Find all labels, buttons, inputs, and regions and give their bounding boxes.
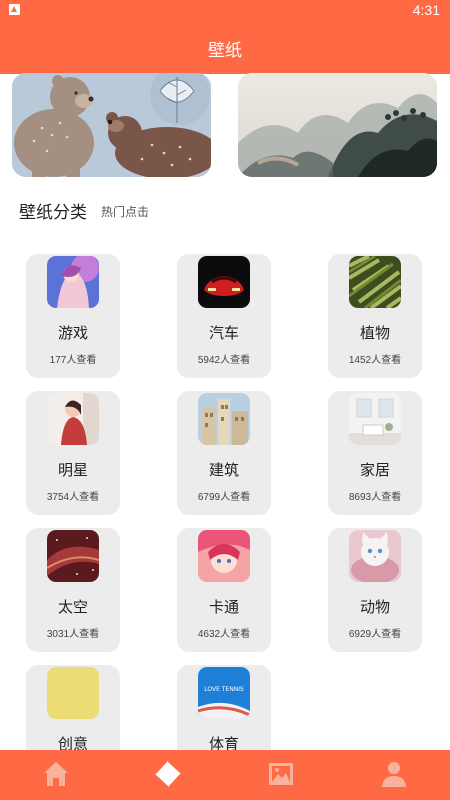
bears-illustration — [12, 73, 211, 177]
home-icon — [44, 762, 68, 786]
ink-landscape-painting — [238, 73, 437, 177]
category-card-car[interactable]: 汽车 5942人查看 — [177, 254, 271, 378]
category-card-sports[interactable]: LOVE TENNIS 体育 — [177, 665, 271, 750]
category-views: 177人查看 — [49, 355, 97, 366]
nav-home[interactable] — [41, 759, 71, 789]
category-name: 动物 — [359, 598, 390, 616]
category-views: 1452人查看 — [348, 355, 402, 366]
red-car-thumbnail — [198, 256, 250, 308]
bottom-nav — [0, 750, 450, 800]
category-name: 太空 — [57, 598, 88, 616]
category-name: 体育 — [208, 735, 239, 750]
section-title: 壁纸分类 — [19, 203, 87, 223]
celebrity-thumbnail — [47, 393, 99, 445]
nav-gallery[interactable] — [266, 759, 296, 789]
interior-thumbnail — [349, 393, 401, 445]
category-card-game[interactable]: 游戏 177人查看 — [26, 254, 120, 378]
cat-thumbnail — [349, 530, 401, 582]
anime-thumbnail — [198, 530, 250, 582]
category-views: 8693人查看 — [348, 492, 402, 503]
category-name: 创意 — [57, 735, 88, 750]
status-time: 4:31 — [412, 2, 440, 18]
thumb-text: LOVE TENNIS — [204, 686, 244, 693]
love-tennis-thumbnail: LOVE TENNIS — [198, 667, 250, 719]
category-grid: 游戏 177人查看 汽车 5942人查看 植物 1452人查看 明星 3754人… — [0, 252, 450, 750]
category-card-plant[interactable]: 植物 1452人查看 — [328, 254, 422, 378]
nav-discover[interactable] — [153, 759, 183, 789]
space-thumbnail — [47, 530, 99, 582]
category-card-home[interactable]: 家居 8693人查看 — [328, 391, 422, 515]
category-name: 家居 — [359, 461, 390, 479]
image-icon — [269, 763, 293, 785]
category-views: 3031人查看 — [46, 629, 100, 640]
yellow-square-thumbnail — [47, 667, 99, 719]
category-name: 明星 — [57, 461, 88, 479]
green-leaves-thumbnail — [349, 256, 401, 308]
category-card-creative[interactable]: 创意 — [26, 665, 120, 750]
status-bar: 4:31 — [0, 0, 450, 22]
category-card-cartoon[interactable]: 卡通 4632人查看 — [177, 528, 271, 652]
category-name: 卡通 — [208, 598, 239, 616]
category-card-animal[interactable]: 动物 6929人查看 — [328, 528, 422, 652]
category-name: 植物 — [359, 324, 390, 342]
category-name: 游戏 — [57, 324, 88, 342]
nav-profile[interactable] — [379, 759, 409, 789]
user-icon — [382, 762, 406, 787]
category-views: 3754人查看 — [46, 492, 100, 503]
category-views: 4632人查看 — [197, 629, 251, 640]
category-name: 建筑 — [208, 461, 239, 479]
game-art-thumbnail — [47, 256, 99, 308]
category-card-celebrity[interactable]: 明星 3754人查看 — [26, 391, 120, 515]
app-header: 壁纸 — [0, 22, 450, 74]
pinwheel-icon — [155, 761, 181, 787]
category-card-architecture[interactable]: 建筑 6799人查看 — [177, 391, 271, 515]
category-views: 6799人查看 — [197, 492, 251, 503]
banner-landscape[interactable] — [238, 73, 437, 177]
category-name: 汽车 — [208, 324, 239, 342]
category-views: 5942人查看 — [197, 355, 251, 366]
banner-bears[interactable] — [12, 73, 211, 177]
category-views: 6929人查看 — [348, 629, 402, 640]
section-subtitle[interactable]: 热门点击 — [101, 203, 149, 220]
category-card-space[interactable]: 太空 3031人查看 — [26, 528, 120, 652]
page-title: 壁纸 — [208, 41, 242, 61]
notification-icon — [9, 4, 20, 15]
building-thumbnail — [198, 393, 250, 445]
